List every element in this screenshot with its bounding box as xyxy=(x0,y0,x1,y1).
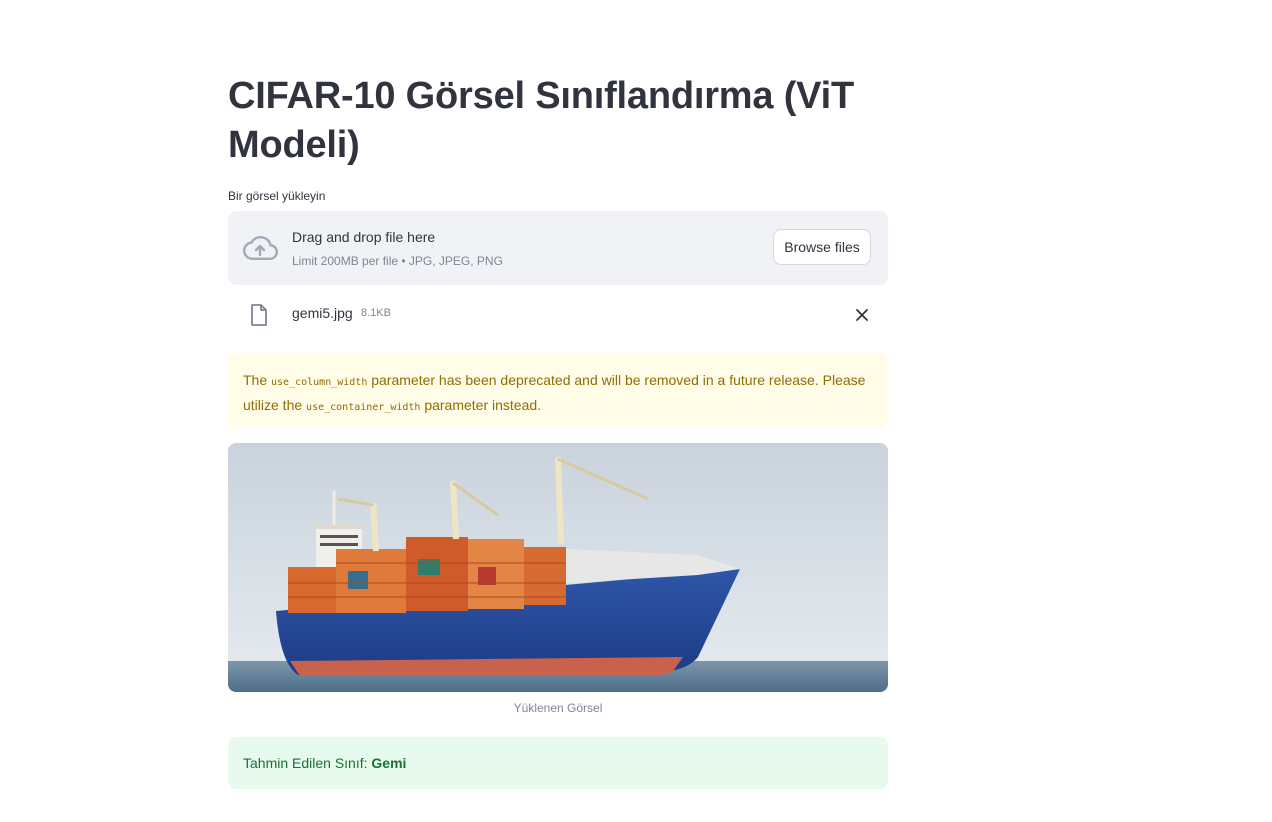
prediction-label: Tahmin Edilen Sınıf: xyxy=(243,755,372,771)
uploaded-file-size: 8.1KB xyxy=(361,307,391,319)
warning-code-2: use_container_width xyxy=(306,402,421,413)
page-title: CIFAR-10 Görsel Sınıflandırma (ViT Model… xyxy=(228,75,854,166)
file-icon xyxy=(251,304,267,326)
dropzone-limit-text: Limit 200MB per file • JPG, JPEG, PNG xyxy=(292,254,503,268)
close-icon[interactable] xyxy=(854,307,870,323)
prediction-value: Gemi xyxy=(371,755,407,771)
uploader-label: Bir görsel yükleyin xyxy=(228,189,326,203)
image-caption: Yüklenen Görsel xyxy=(513,701,603,715)
dropzone-title: Drag and drop file here xyxy=(292,229,436,245)
warning-text-1: The xyxy=(243,372,272,388)
uploaded-file-row: gemi5.jpg 8.1KB xyxy=(228,298,888,332)
deprecation-warning: The use_column_width parameter has been … xyxy=(228,353,888,428)
uploaded-image xyxy=(228,443,888,692)
ship-image xyxy=(228,443,888,692)
file-dropzone[interactable]: Drag and drop file here Limit 200MB per … xyxy=(228,211,888,285)
warning-text-3: parameter instead. xyxy=(420,397,542,413)
cloud-upload-icon xyxy=(242,235,278,260)
warning-code-1: use_column_width xyxy=(271,377,368,388)
browse-files-button[interactable]: Browse files xyxy=(773,229,871,265)
uploaded-file-name: gemi5.jpg xyxy=(292,305,353,321)
prediction-result: Tahmin Edilen Sınıf: Gemi xyxy=(228,737,888,789)
